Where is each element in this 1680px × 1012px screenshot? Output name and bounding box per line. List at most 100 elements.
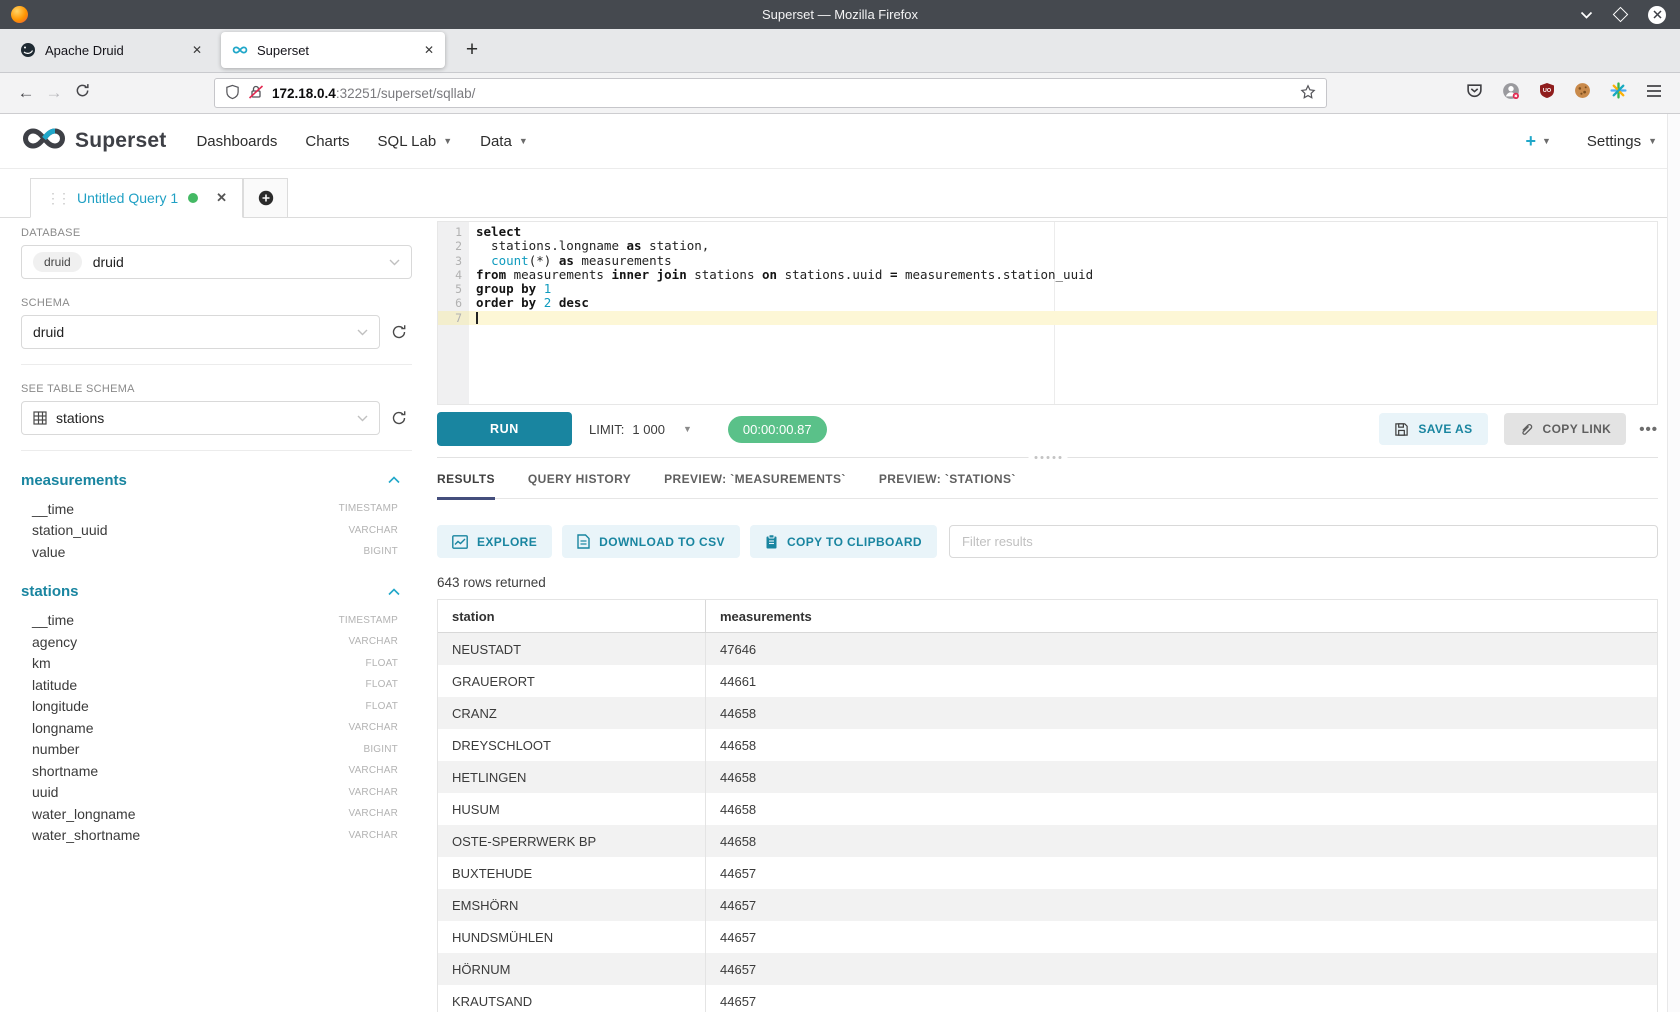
column-name: shortname	[32, 763, 98, 779]
chevron-down-icon: ▼	[519, 136, 528, 146]
column-name: longitude	[32, 698, 89, 714]
chevron-down-icon: ▼	[1648, 136, 1657, 146]
new-query-tab-button[interactable]	[243, 178, 288, 218]
results-tab-preview-measurements[interactable]: PREVIEW: `MEASUREMENTS`	[664, 472, 846, 498]
collapse-chevron-icon[interactable]	[388, 588, 400, 596]
extension-asterisk-icon[interactable]	[1610, 82, 1627, 104]
cookie-icon[interactable]	[1574, 82, 1591, 104]
floppy-icon	[1394, 422, 1409, 437]
copy-link-button[interactable]: COPY LINK	[1504, 413, 1627, 445]
bookmark-star-icon[interactable]	[1300, 84, 1316, 103]
address-bar[interactable]: 172.18.0.4:32251/superset/sqllab/	[214, 78, 1327, 108]
column-name: water_shortname	[32, 827, 140, 843]
filter-results-input[interactable]	[949, 525, 1658, 558]
ublock-icon[interactable]: UO	[1539, 82, 1555, 104]
schema-table-name: stations	[21, 583, 79, 600]
table-row[interactable]: GRAUERORT44661	[438, 665, 1657, 697]
add-new-button[interactable]: +▼	[1525, 131, 1550, 152]
database-select[interactable]: druid druid	[21, 245, 412, 279]
divider	[21, 450, 412, 451]
schema-column-row: valueBIGINT	[21, 541, 412, 563]
database-label: DATABASE	[21, 227, 412, 239]
copy-to-clipboard-button[interactable]: COPY TO CLIPBOARD	[750, 525, 937, 558]
table-row[interactable]: HUNDSMÜHLEN44657	[438, 921, 1657, 953]
query-tab-untitled-query-1[interactable]: ⋮⋮ Untitled Query 1 ✕	[30, 178, 243, 218]
reload-icon[interactable]	[68, 83, 96, 103]
results-tab-preview-stations[interactable]: PREVIEW: `STATIONS`	[879, 472, 1016, 498]
chevron-down-icon	[389, 259, 400, 266]
window-maximize-icon[interactable]	[1613, 7, 1629, 23]
column-type: VARCHAR	[348, 722, 398, 733]
table-row[interactable]: DREYSCHLOOT44658	[438, 729, 1657, 761]
table-select[interactable]: stations	[21, 401, 380, 435]
tracking-shield-icon[interactable]	[225, 84, 240, 103]
table-row[interactable]: CRANZ44658	[438, 697, 1657, 729]
menu-hamburger-icon[interactable]	[1646, 84, 1662, 103]
gutter-line-number: 2	[438, 239, 469, 253]
window-minimize-icon[interactable]	[1580, 6, 1593, 24]
drag-grip-icon[interactable]: ⋮⋮	[46, 190, 68, 207]
cell-station: CRANZ	[438, 697, 706, 729]
cell-station: DREYSCHLOOT	[438, 729, 706, 761]
account-icon[interactable]	[1502, 82, 1520, 105]
close-query-tab-icon[interactable]: ✕	[216, 190, 227, 206]
nav-item-sql-lab[interactable]: SQL Lab▼	[364, 133, 467, 150]
cell-measurements: 44658	[706, 697, 1657, 729]
table-row[interactable]: HÖRNUM44657	[438, 953, 1657, 985]
download-to-csv-button[interactable]: DOWNLOAD TO CSV	[562, 525, 740, 558]
schema-table-header-measurements[interactable]: measurements	[21, 469, 412, 491]
column-type: TIMESTAMP	[339, 615, 398, 626]
column-type: BIGINT	[363, 546, 398, 557]
page-scrollbar[interactable]	[1667, 114, 1680, 1012]
nav-item-charts[interactable]: Charts	[291, 133, 363, 150]
back-icon[interactable]: ←	[12, 83, 40, 103]
refresh-tables-icon[interactable]	[386, 410, 412, 426]
table-row[interactable]: OSTE-SPERRWERK BP44658	[438, 825, 1657, 857]
refresh-schemas-icon[interactable]	[386, 324, 412, 340]
collapse-chevron-icon[interactable]	[388, 476, 400, 484]
window-close-icon[interactable]	[1648, 6, 1666, 24]
close-tab-icon[interactable]: ✕	[184, 43, 202, 57]
results-tab-query-history[interactable]: QUERY HISTORY	[528, 472, 631, 498]
browser-tab-superset[interactable]: Superset ✕	[221, 32, 445, 68]
run-button[interactable]: RUN	[437, 412, 572, 446]
table-row[interactable]: HUSUM44658	[438, 793, 1657, 825]
schema-table-header-stations[interactable]: stations	[21, 581, 412, 603]
results-table-header: station measurements	[438, 600, 1657, 633]
limit-dropdown[interactable]: LIMIT: 1 000 ▼	[589, 422, 692, 437]
superset-logo[interactable]	[21, 125, 67, 157]
schema-column-row: agencyVARCHAR	[21, 631, 412, 653]
table-row[interactable]: KRAUTSAND44657	[438, 985, 1657, 1012]
sql-editor[interactable]: 1234567 select stations.longname as stat…	[437, 221, 1658, 405]
new-tab-button[interactable]: +	[455, 32, 489, 68]
browser-tab-apache-druid[interactable]: Apache Druid ✕	[9, 32, 213, 68]
divider	[21, 364, 412, 365]
table-row[interactable]: EMSHÖRN44657	[438, 889, 1657, 921]
schema-select[interactable]: druid	[21, 315, 380, 349]
table-row[interactable]: NEUSTADT47646	[438, 633, 1657, 665]
table-row[interactable]: HETLINGEN44658	[438, 761, 1657, 793]
results-actions: EXPLORE DOWNLOAD TO CSV COPY TO CLIPBOARD	[437, 525, 1658, 558]
table-row[interactable]: BUXTEHUDE44657	[438, 857, 1657, 889]
column-header-station[interactable]: station	[438, 600, 706, 632]
code-line: from measurements inner join stations on…	[469, 268, 1657, 282]
insecure-lock-icon[interactable]	[248, 84, 264, 103]
close-tab-icon[interactable]: ✕	[416, 43, 434, 57]
nav-item-dashboards[interactable]: Dashboards	[182, 133, 291, 150]
column-header-measurements[interactable]: measurements	[706, 600, 1657, 632]
editor-code[interactable]: select stations.longname as station, cou…	[469, 222, 1657, 404]
save-as-button[interactable]: SAVE AS	[1379, 413, 1487, 445]
pocket-icon[interactable]	[1466, 82, 1483, 104]
action-label: EXPLORE	[477, 535, 537, 549]
query-tabbar: ⋮⋮ Untitled Query 1 ✕	[0, 169, 1680, 218]
column-type: FLOAT	[366, 701, 398, 712]
settings-menu[interactable]: Settings▼	[1587, 133, 1657, 150]
nav-item-data[interactable]: Data▼	[466, 133, 542, 150]
forward-icon[interactable]: →	[40, 83, 68, 103]
brand-name[interactable]: Superset	[75, 129, 166, 153]
results-tab-results[interactable]: RESULTS	[437, 472, 495, 500]
more-actions-icon[interactable]: •••	[1639, 421, 1658, 438]
explore-button[interactable]: EXPLORE	[437, 525, 552, 558]
pane-drag-handle[interactable]	[1028, 455, 1067, 460]
code-line: group by 1	[469, 282, 1657, 296]
